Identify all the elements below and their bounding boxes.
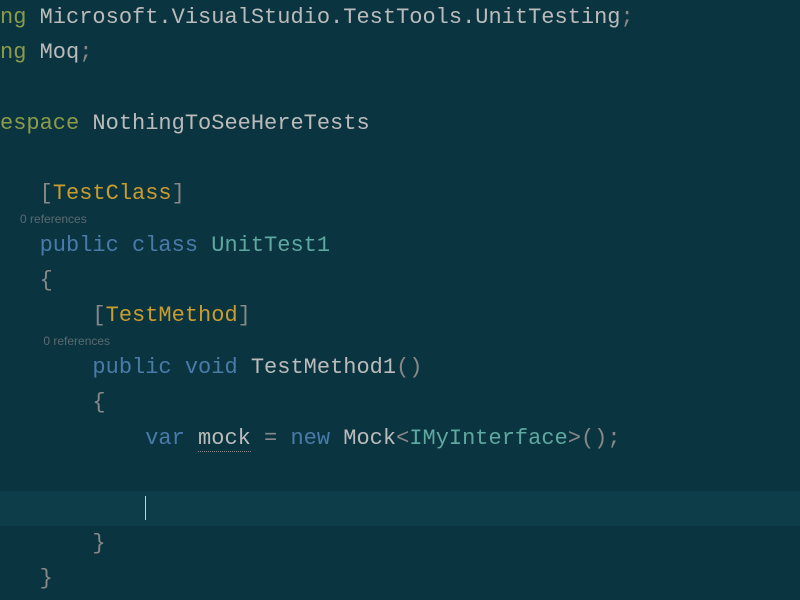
brace-close: } bbox=[40, 566, 53, 591]
bracket-open: [ bbox=[92, 303, 105, 328]
variable-name: mock bbox=[185, 426, 251, 452]
equals: = bbox=[251, 426, 291, 451]
code-line[interactable]: ng Microsoft.VisualStudio.TestTools.Unit… bbox=[0, 0, 800, 35]
code-line[interactable]: [TestMethod] bbox=[0, 298, 800, 333]
code-line[interactable]: public class UnitTest1 bbox=[0, 228, 800, 263]
method-name: TestMethod1 bbox=[251, 355, 396, 380]
text-cursor bbox=[145, 496, 146, 520]
class-keyword: class bbox=[119, 233, 211, 258]
public-keyword: public bbox=[40, 233, 119, 258]
class-name: UnitTest1 bbox=[211, 233, 330, 258]
void-keyword: void bbox=[172, 355, 251, 380]
new-keyword: new bbox=[290, 426, 330, 451]
bracket-close: ] bbox=[172, 181, 185, 206]
mock-type: Mock bbox=[330, 426, 396, 451]
angle-open: < bbox=[396, 426, 409, 451]
interface-name: IMyInterface bbox=[409, 426, 567, 451]
brace-open: { bbox=[92, 390, 105, 415]
namespace-name: NothingToSeeHereTests bbox=[79, 111, 369, 136]
bracket-close: ] bbox=[238, 303, 251, 328]
using-keyword: ng bbox=[0, 40, 26, 65]
blank-line[interactable] bbox=[0, 141, 800, 176]
codelens-references[interactable]: 0 references bbox=[0, 211, 800, 228]
blank-line[interactable] bbox=[0, 70, 800, 105]
semicolon: ; bbox=[79, 40, 92, 65]
namespace-ref: Moq bbox=[26, 40, 79, 65]
brace-open: { bbox=[40, 268, 53, 293]
code-line[interactable]: public void TestMethod1() bbox=[0, 350, 800, 385]
code-line[interactable]: [TestClass] bbox=[0, 176, 800, 211]
code-line[interactable]: var mock = new Mock<IMyInterface>(); bbox=[0, 421, 800, 456]
code-line[interactable]: } bbox=[0, 526, 800, 561]
public-keyword: public bbox=[92, 355, 171, 380]
code-line[interactable]: ng Moq; bbox=[0, 35, 800, 70]
current-line[interactable] bbox=[0, 491, 800, 526]
angle-close: > bbox=[568, 426, 581, 451]
code-line[interactable]: espace NothingToSeeHereTests bbox=[0, 106, 800, 141]
var-keyword: var bbox=[145, 426, 185, 451]
codelens-references[interactable]: 0 references bbox=[0, 333, 800, 350]
semicolon: ; bbox=[621, 5, 634, 30]
namespace-keyword: espace bbox=[0, 111, 79, 136]
parentheses: () bbox=[396, 355, 422, 380]
call-parens: (); bbox=[581, 426, 621, 451]
testclass-attribute: TestClass bbox=[53, 181, 172, 206]
using-keyword: ng bbox=[0, 5, 26, 30]
bracket-open: [ bbox=[40, 181, 53, 206]
code-line[interactable]: } bbox=[0, 561, 800, 596]
code-line[interactable]: { bbox=[0, 385, 800, 420]
code-editor[interactable]: ng Microsoft.VisualStudio.TestTools.Unit… bbox=[0, 0, 800, 597]
testmethod-attribute: TestMethod bbox=[106, 303, 238, 328]
blank-line[interactable] bbox=[0, 456, 800, 491]
unused-var-underline: mock bbox=[198, 426, 251, 452]
namespace-ref: Microsoft.VisualStudio.TestTools.UnitTes… bbox=[26, 5, 620, 30]
brace-close: } bbox=[92, 531, 105, 556]
code-line[interactable]: { bbox=[0, 263, 800, 298]
